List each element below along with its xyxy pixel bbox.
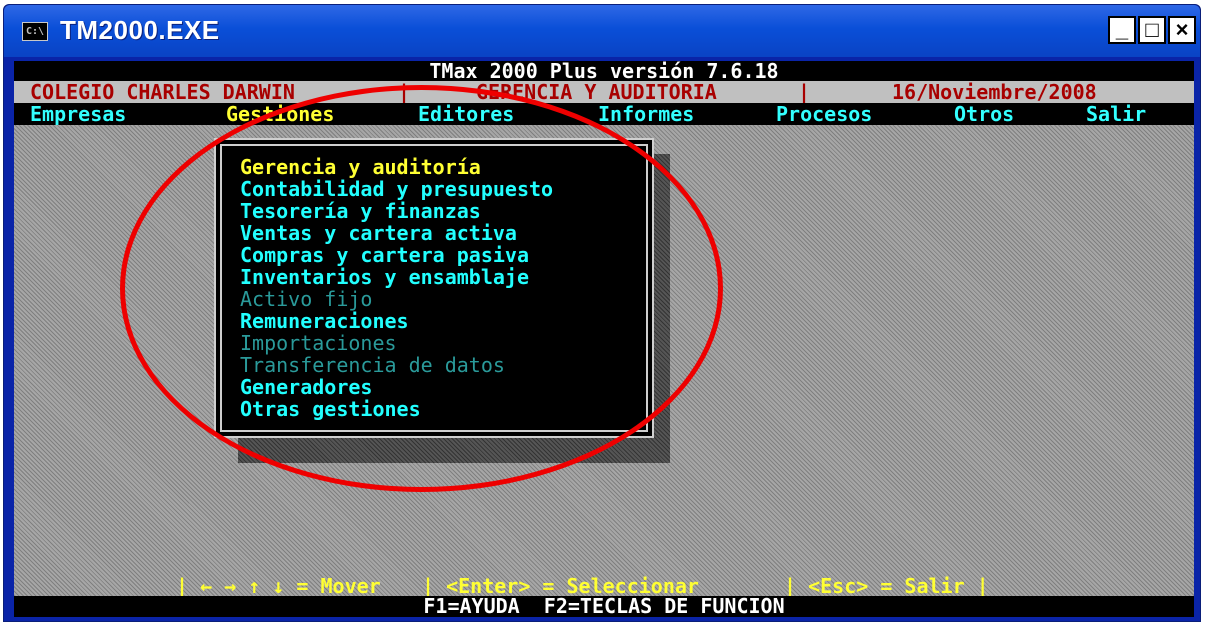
dropdown-item-compras[interactable]: Compras y cartera pasiva <box>240 244 529 266</box>
info-bar: COLEGIO CHARLES DARWIN | GERENCIA Y AUDI… <box>14 81 1194 103</box>
dropdown-item-ventas[interactable]: Ventas y cartera activa <box>240 222 517 244</box>
console-window: C:\ TM2000.EXE _ □ × TMax 2000 Plus vers… <box>3 4 1201 622</box>
info-separator: | <box>398 80 411 104</box>
current-date: 16/Noviembre/2008 <box>892 80 1097 104</box>
module-name: GERENCIA Y AUDITORIA <box>476 80 717 104</box>
console-icon[interactable]: C:\ <box>22 22 48 41</box>
maximize-button[interactable]: □ <box>1138 16 1166 44</box>
minimize-button[interactable]: _ <box>1108 16 1136 44</box>
help-exit: | <Esc> = Salir | <box>784 574 989 598</box>
menu-informes[interactable]: Informes <box>598 103 694 125</box>
dropdown-item-generadores[interactable]: Generadores <box>240 376 372 398</box>
menu-procesos[interactable]: Procesos <box>776 103 872 125</box>
window-title: TM2000.EXE <box>60 15 220 45</box>
close-button[interactable]: × <box>1168 16 1196 44</box>
dropdown-item-activo-fijo: Activo fijo <box>240 287 373 311</box>
menu-bar: Empresas Gestiones Editores Informes Pro… <box>14 103 1194 125</box>
menu-editores[interactable]: Editores <box>418 103 514 125</box>
dropdown-item-importaciones: Importaciones <box>240 331 397 355</box>
help-move: | ← → ↑ ↓ = Mover <box>176 574 381 598</box>
dropdown-item-tesoreria[interactable]: Tesorería y finanzas <box>240 200 481 222</box>
menu-gestiones[interactable]: Gestiones <box>226 103 334 125</box>
dropdown-item-gerencia[interactable]: Gerencia y auditoría <box>240 156 481 178</box>
console-screen: TMax 2000 Plus versión 7.6.18 COLEGIO CH… <box>14 61 1194 617</box>
gestiones-dropdown: Gerencia y auditoría Contabilidad y pres… <box>214 138 654 438</box>
dropdown-item-inventarios[interactable]: Inventarios y ensamblaje <box>240 266 529 288</box>
info-separator: | <box>798 80 811 104</box>
menu-empresas[interactable]: Empresas <box>30 103 126 125</box>
dropdown-item-contabilidad[interactable]: Contabilidad y presupuesto <box>240 178 553 200</box>
dropdown-item-remuneraciones[interactable]: Remuneraciones <box>240 310 409 332</box>
menu-otros[interactable]: Otros <box>954 103 1014 125</box>
help-bar: | ← → ↑ ↓ = Mover | <Enter> = Selecciona… <box>14 574 1194 598</box>
title-bar[interactable]: C:\ TM2000.EXE _ □ × <box>4 5 1200 57</box>
app-title: TMax 2000 Plus versión 7.6.18 <box>14 61 1194 81</box>
company-name: COLEGIO CHARLES DARWIN <box>30 80 295 104</box>
dropdown-item-otras[interactable]: Otras gestiones <box>240 398 421 420</box>
function-keys-bar: F1=AYUDA F2=TECLAS DE FUNCION <box>14 596 1194 617</box>
dropdown-item-transferencia: Transferencia de datos <box>240 353 505 377</box>
menu-salir[interactable]: Salir <box>1086 103 1146 125</box>
